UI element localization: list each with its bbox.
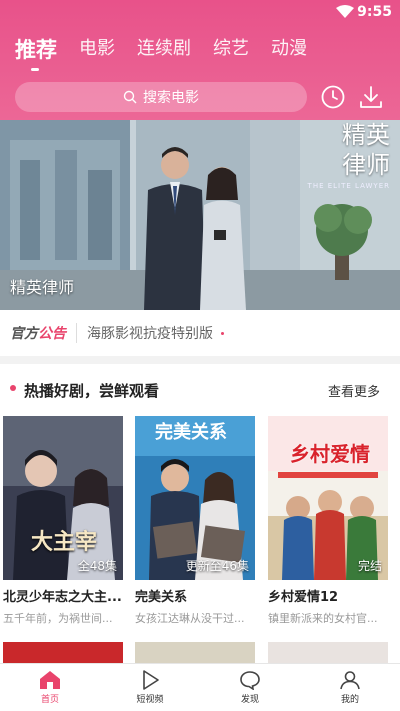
episode-badge: 完结	[357, 559, 382, 573]
nav-label: 我的	[340, 695, 359, 705]
banner-title: 精英律师	[10, 278, 75, 297]
series-desc: 女孩江达琳从没干过...	[135, 612, 245, 625]
episode-badge: 全48集	[77, 559, 117, 573]
series-card[interactable]: 完美关系 更新至46集 完美关系 女孩江达琳从没干过...	[135, 416, 255, 626]
header: 9:55 推荐 电影 连续剧 综艺 动漫 搜索电影	[0, 0, 400, 120]
tab-movies[interactable]: 电影	[79, 34, 115, 64]
series-poster[interactable]	[3, 642, 123, 664]
section-dot	[10, 385, 16, 391]
see-more-link[interactable]: 查看更多	[328, 381, 380, 400]
search-icon	[123, 90, 137, 104]
status-time: 9:55	[357, 4, 392, 20]
featured-banner[interactable]: 精英 律师 THE ELITE LAWYER 精英律师	[0, 120, 400, 310]
series-poster[interactable]	[135, 642, 255, 664]
download-icon[interactable]	[358, 84, 384, 110]
home-icon	[40, 671, 60, 689]
series-name: 北灵少年志之大主...	[3, 590, 122, 605]
category-tabs: 推荐 电影 连续剧 综艺 动漫	[15, 34, 329, 71]
nav-short-video[interactable]: 短视频	[110, 664, 190, 705]
play-icon	[143, 670, 159, 690]
section-title: 热播好剧，尝鲜观看	[24, 382, 160, 400]
series-card[interactable]: 大主宰 全48集 北灵少年志之大主... 五千年前，为祸世间...	[3, 416, 123, 626]
tab-recommend[interactable]: 推荐	[15, 34, 57, 71]
series-desc: 五千年前，为祸世间...	[3, 612, 113, 625]
chat-icon	[240, 671, 260, 690]
user-icon	[340, 671, 360, 690]
notice-dot	[221, 331, 224, 335]
notice-brand-announce: 公告	[38, 326, 66, 342]
series-name: 完美关系	[135, 590, 188, 605]
nav-discover[interactable]: 发现	[210, 664, 290, 705]
nav-label: 短视频	[136, 695, 164, 705]
section-header: 热播好剧，尝鲜观看 查看更多	[0, 372, 400, 408]
poster-title-art: 大主宰	[31, 529, 98, 555]
series-poster[interactable]	[268, 642, 388, 664]
search-placeholder: 搜索电影	[143, 90, 199, 106]
nav-home[interactable]: 首页	[10, 664, 90, 705]
poster-title-art: 乡村爱情	[290, 442, 370, 466]
tab-anime[interactable]: 动漫	[271, 34, 307, 64]
notice-brand-official: 官方	[10, 326, 38, 342]
tab-variety[interactable]: 综艺	[213, 34, 249, 64]
search-input[interactable]: 搜索电影	[15, 82, 307, 112]
bottom-nav: 首页 短视频 发现 我的	[0, 663, 400, 711]
series-desc: 镇里新派来的女村官...	[268, 612, 378, 625]
history-clock-icon[interactable]	[320, 84, 346, 110]
episode-badge: 更新至46集	[185, 559, 249, 573]
notice-text: 海豚影视抗疫特别版	[87, 326, 213, 342]
series-poster[interactable]: 完美关系 更新至46集	[135, 416, 255, 580]
banner-calligraphy-line2: 律师	[342, 151, 390, 179]
nav-label: 发现	[240, 695, 259, 705]
status-bar: 9:55	[0, 0, 400, 26]
banner-calligraphy-line1: 精英	[342, 121, 390, 149]
tab-series[interactable]: 连续剧	[137, 34, 191, 64]
poster-title-art: 完美关系	[155, 422, 227, 443]
series-name: 乡村爱情12	[268, 590, 339, 605]
banner-calligraphy: 精英 律师	[342, 120, 390, 180]
wifi-icon	[336, 5, 354, 18]
banner-subtitle: THE ELITE LAWYER	[307, 182, 390, 190]
official-notice-bar[interactable]: 官方 公告 海豚影视抗疫特别版	[0, 310, 400, 356]
hot-series-section: 热播好剧，尝鲜观看 查看更多 大主宰 全48集 北灵少年志之大主... 五千年前…	[0, 364, 400, 654]
nav-label: 首页	[40, 695, 59, 705]
series-poster[interactable]: 乡村爱情 完结	[268, 416, 388, 580]
series-card[interactable]: 乡村爱情 完结 乡村爱情12 镇里新派来的女村官...	[268, 416, 388, 626]
nav-profile[interactable]: 我的	[310, 664, 390, 705]
notice-divider	[76, 323, 77, 343]
series-poster[interactable]: 大主宰 全48集	[3, 416, 123, 580]
next-row-thumbnails	[0, 642, 400, 664]
